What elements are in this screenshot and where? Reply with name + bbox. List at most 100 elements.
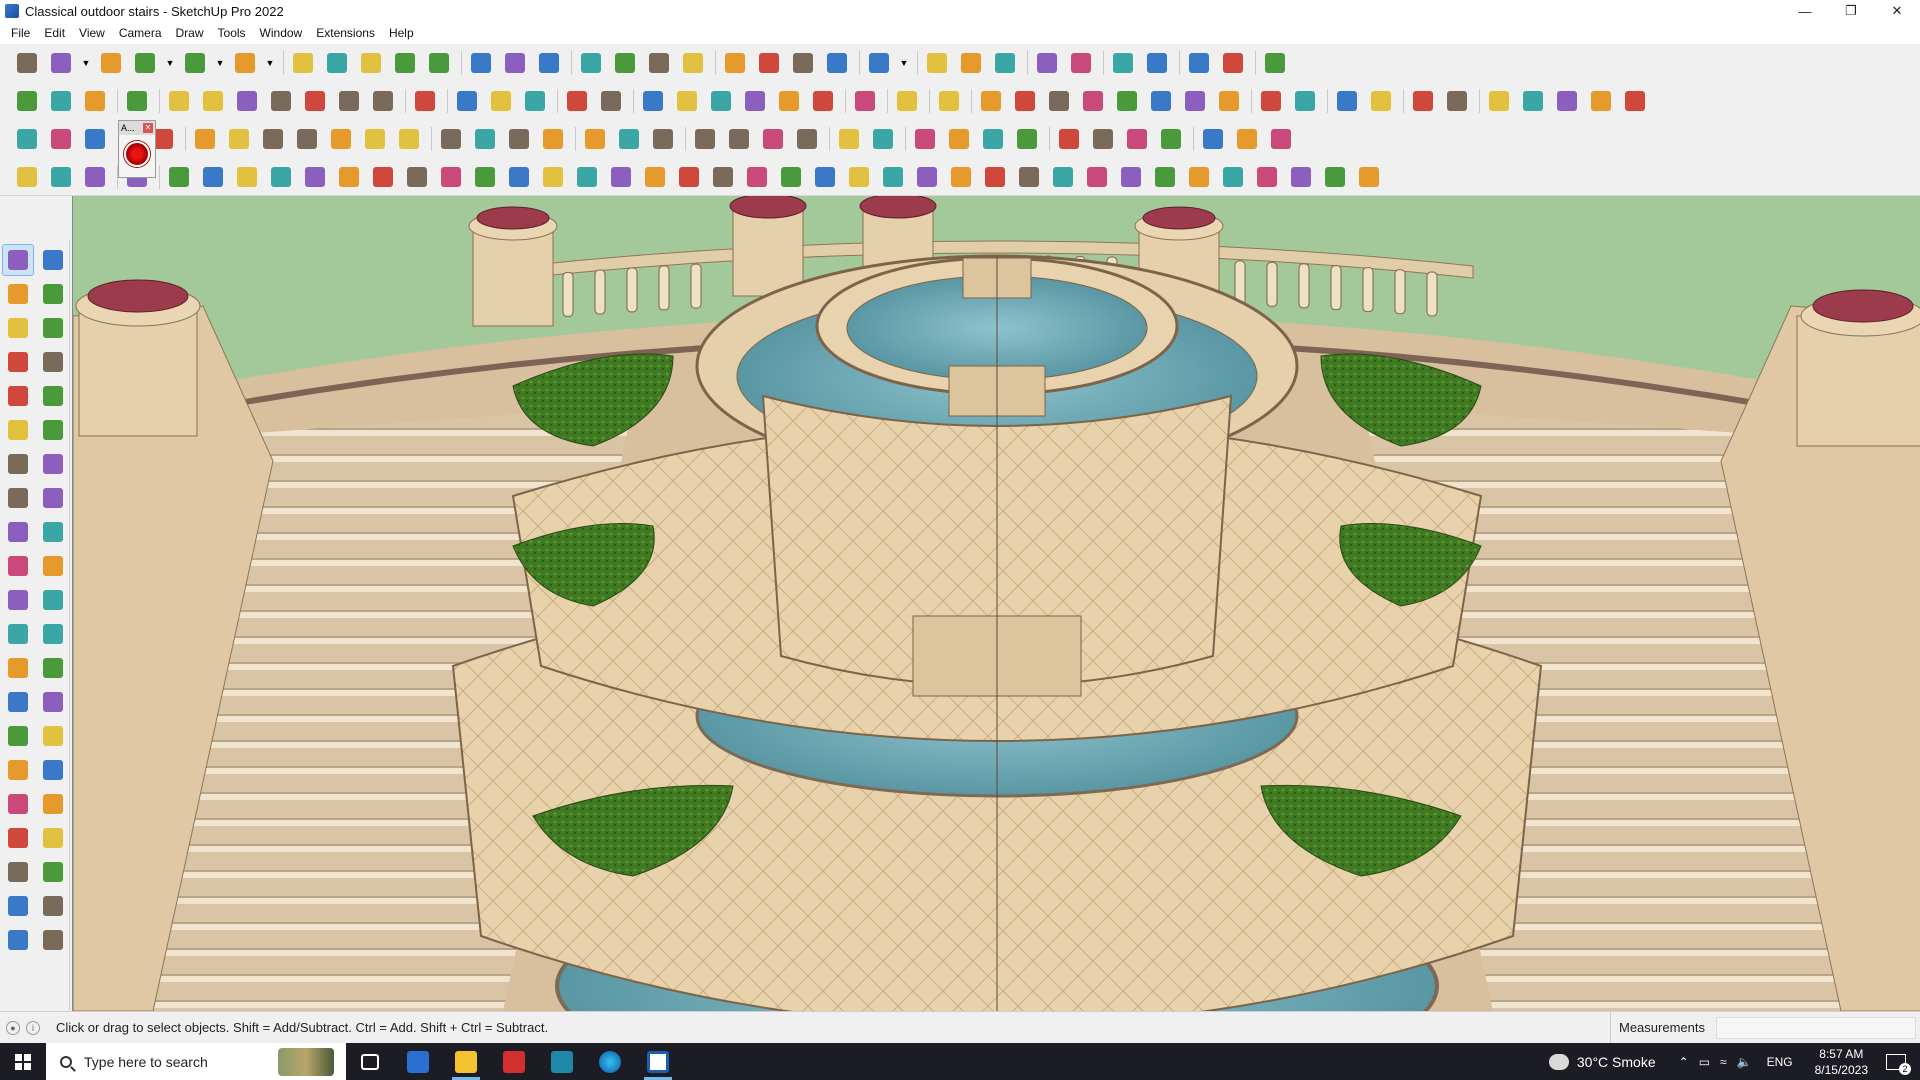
shape-ee-button[interactable] [1184,162,1214,192]
shape2-button[interactable] [1010,86,1040,116]
shape-c-button[interactable] [232,162,262,192]
panel3-button[interactable] [1122,124,1152,154]
flag-button[interactable] [292,124,322,154]
red-gem-icon[interactable] [124,141,150,167]
plane-blue2-button[interactable] [46,124,76,154]
shape-q-button[interactable] [708,162,738,192]
zoom-tool-button[interactable] [2,754,34,786]
curve3-button[interactable] [80,162,110,192]
shape-z-button[interactable] [1014,162,1044,192]
pan-button[interactable] [610,48,640,78]
iso-view-button[interactable] [720,48,750,78]
shape-b-button[interactable] [198,162,228,192]
tool2-button[interactable] [1518,86,1548,116]
shape-e-button[interactable] [300,162,330,192]
xray-button[interactable] [46,86,76,116]
select-button[interactable] [46,48,76,78]
close-button[interactable]: ✕ [1874,0,1920,22]
rotate-button[interactable] [390,48,420,78]
tool3-button[interactable] [1552,86,1582,116]
circle-tool-button[interactable] [2,414,34,446]
rectangle-tool-button[interactable] [2,380,34,412]
move-down-button[interactable] [1066,48,1096,78]
shape-x-button[interactable] [946,162,976,192]
joint-button[interactable] [360,124,390,154]
pencil-button[interactable] [130,48,160,78]
arc-tool-button[interactable] [2,448,34,480]
text-tool-button[interactable] [37,652,69,684]
two-point-arc-tool-button[interactable] [37,448,69,480]
eraser3-button[interactable] [1366,86,1396,116]
red-cube-button[interactable] [1012,124,1042,154]
wifi-icon[interactable]: ≈ [1720,1055,1727,1069]
sketchup-app[interactable] [634,1043,682,1080]
zoom-window-tool-button[interactable] [37,754,69,786]
dots-button[interactable] [1232,124,1262,154]
shape5-button[interactable] [1112,86,1142,116]
plus-green-button[interactable] [504,124,534,154]
menu-file[interactable]: File [4,22,37,44]
measurements-box[interactable] [1716,1017,1916,1039]
grid-button[interactable] [1266,124,1296,154]
floating-toolbar-header[interactable]: A... ✕ [119,121,155,135]
rotate-tool-button[interactable] [2,550,34,582]
sandbox2-button[interactable] [486,86,516,116]
shape10-button[interactable] [1290,86,1320,116]
tape-measure-tool-button[interactable] [2,618,34,650]
panel1-button[interactable] [1054,124,1084,154]
edge-app[interactable] [586,1043,634,1080]
terrain2-button[interactable] [596,86,626,116]
position-camera-tool-button[interactable] [2,822,34,854]
eraser-tool-button[interactable] [37,278,69,310]
shape7-button[interactable] [1180,86,1210,116]
house2-button[interactable] [672,86,702,116]
floating-toolbar[interactable]: A... ✕ [118,120,156,178]
front-view-button[interactable] [788,48,818,78]
shape-h-button[interactable] [402,162,432,192]
triangle-yellow-button[interactable] [648,124,678,154]
square-red-button[interactable] [224,124,254,154]
fredo-button[interactable] [850,86,880,116]
previous-view-tool-button[interactable] [37,788,69,820]
move-blue-button[interactable] [792,124,822,154]
shape-hh-button[interactable] [1286,162,1316,192]
volume-icon[interactable]: 🔈 [1737,1055,1752,1069]
calculator-app[interactable] [394,1043,442,1080]
toolbar-dropdown-arrow[interactable]: ▼ [264,48,276,78]
shape-g-button[interactable] [368,162,398,192]
freehand-tool-button[interactable] [37,346,69,378]
stamp-tool-button[interactable] [37,924,69,956]
push-pull-button[interactable] [288,48,318,78]
house6-button[interactable] [808,86,838,116]
rotate-orange-button[interactable] [190,124,220,154]
shape-w-button[interactable] [912,162,942,192]
dimension-button[interactable] [1108,48,1138,78]
shape-bb-button[interactable] [1082,162,1112,192]
house1-button[interactable] [638,86,668,116]
file-explorer-app[interactable] [442,1043,490,1080]
eraser2-button[interactable] [1332,86,1362,116]
shape-n-button[interactable] [606,162,636,192]
pie-tool-button[interactable] [2,482,34,514]
curve-red-button[interactable] [436,124,466,154]
shape-f-button[interactable] [334,162,364,192]
menu-tools[interactable]: Tools [211,22,253,44]
model-scene[interactable] [73,196,1920,1011]
protractor-tool-button[interactable] [2,652,34,684]
zoom-extents-button[interactable] [678,48,708,78]
cone-green-button[interactable] [580,124,610,154]
app-3d-viewer[interactable] [538,1043,586,1080]
push-pull-tool-button[interactable] [37,516,69,548]
right-view-button[interactable] [822,48,852,78]
tag-tool-button[interactable] [37,312,69,344]
weather-widget[interactable]: 30°C Smoke [1548,1053,1656,1070]
make-component-tool-button[interactable] [2,312,34,344]
shape-s-button[interactable] [776,162,806,192]
user-button[interactable] [864,48,894,78]
sandbox-from-scratch-button[interactable] [37,890,69,922]
smoove-tool-button[interactable] [2,924,34,956]
loop-button[interactable] [690,124,720,154]
zoom-button[interactable] [12,48,42,78]
loop2-button[interactable] [724,124,754,154]
3d-warehouse-button[interactable] [922,48,952,78]
